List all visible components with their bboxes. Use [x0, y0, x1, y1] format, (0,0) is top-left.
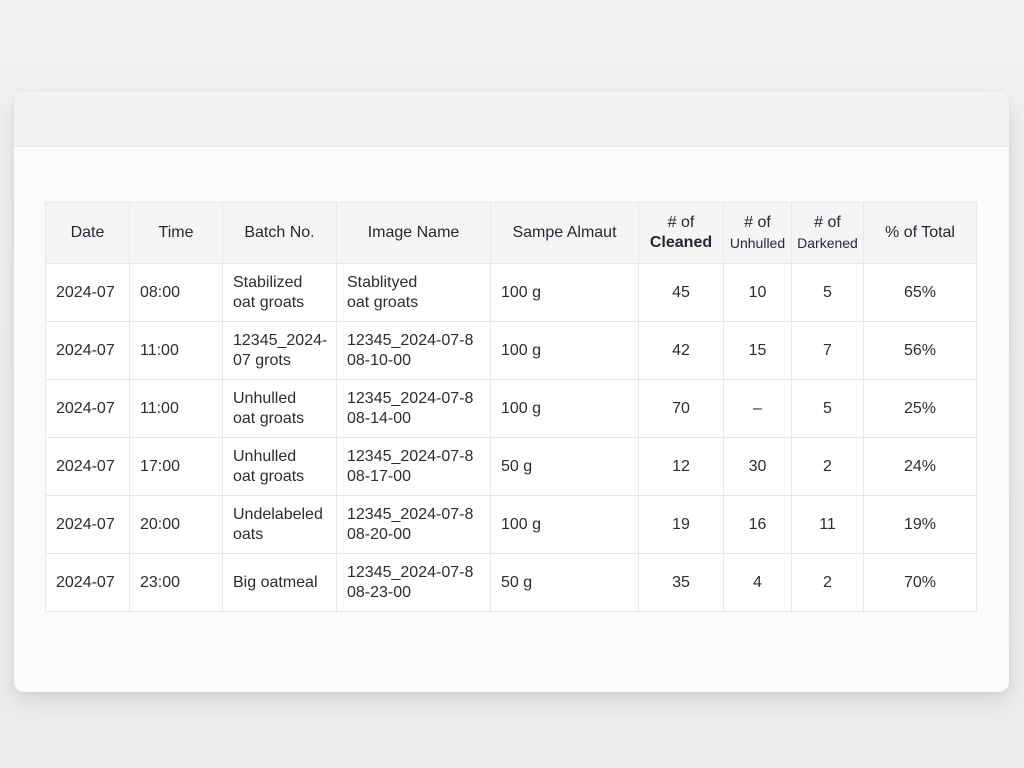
- cell-darkened: 2: [791, 553, 864, 612]
- table-header-row: Date Time Batch No. Image Name Sampe Alm…: [45, 202, 977, 264]
- cell-sample-amount: 50 g: [490, 437, 639, 496]
- table-row[interactable]: 2024-07 11:00 Unhulled oat groats 12345_2…: [45, 379, 977, 438]
- cell-unhulled: 15: [723, 321, 792, 380]
- cell-percent-total: 24%: [863, 437, 977, 496]
- column-header-unhulled[interactable]: # of Unhulled: [723, 202, 792, 264]
- cell-time: 20:00: [129, 495, 223, 554]
- cell-batch-no: Undelabeled oats: [222, 495, 337, 554]
- column-header-date[interactable]: Date: [45, 202, 130, 264]
- cell-image-name: Stablityed oat groats: [336, 263, 491, 322]
- column-header-cleaned[interactable]: # of Cleaned: [638, 202, 724, 264]
- cell-time: 11:00: [129, 379, 223, 438]
- cell-batch-no: Unhulled oat groats: [222, 437, 337, 496]
- cell-time: 11:00: [129, 321, 223, 380]
- cell-cleaned: 45: [638, 263, 724, 322]
- cell-cleaned: 19: [638, 495, 724, 554]
- cell-sample-amount: 100 g: [490, 321, 639, 380]
- cell-darkened: 11: [791, 495, 864, 554]
- cell-cleaned: 42: [638, 321, 724, 380]
- cell-batch-no: Big oatmeal: [222, 553, 337, 612]
- cell-unhulled: 16: [723, 495, 792, 554]
- column-header-darkened[interactable]: # of Darkened: [791, 202, 864, 264]
- table-row[interactable]: 2024-07 11:00 12345_2024- 07 grots 12345_…: [45, 321, 977, 380]
- column-header-percent-total[interactable]: % of Total: [863, 202, 977, 264]
- cell-darkened: 5: [791, 379, 864, 438]
- cell-darkened: 7: [791, 321, 864, 380]
- column-header-sample-amount[interactable]: Sampe Almaut: [490, 202, 639, 264]
- cell-sample-amount: 100 g: [490, 495, 639, 554]
- column-header-image-name[interactable]: Image Name: [336, 202, 491, 264]
- cell-date: 2024-07: [45, 321, 130, 380]
- cell-cleaned: 12: [638, 437, 724, 496]
- cell-time: 23:00: [129, 553, 223, 612]
- cell-unhulled: –: [723, 379, 792, 438]
- cell-percent-total: 70%: [863, 553, 977, 612]
- cell-unhulled: 10: [723, 263, 792, 322]
- cell-sample-amount: 100 g: [490, 263, 639, 322]
- cell-image-name: 12345_2024-07-8 08-17-00: [336, 437, 491, 496]
- cell-image-name: 12345_2024-07-8 08-20-00: [336, 495, 491, 554]
- table-row[interactable]: 2024-07 08:00 Stabilized oat groats Stabl…: [45, 263, 977, 322]
- results-card: Date Time Batch No. Image Name Sampe Alm…: [14, 92, 1009, 692]
- column-header-time[interactable]: Time: [129, 202, 223, 264]
- table-row[interactable]: 2024-07 20:00 Undelabeled oats 12345_2024…: [45, 495, 977, 554]
- cell-date: 2024-07: [45, 437, 130, 496]
- cell-date: 2024-07: [45, 263, 130, 322]
- table-row[interactable]: 2024-07 17:00 Unhulled oat groats 12345_2…: [45, 437, 977, 496]
- cell-cleaned: 70: [638, 379, 724, 438]
- cell-batch-no: Unhulled oat groats: [222, 379, 337, 438]
- cell-percent-total: 19%: [863, 495, 977, 554]
- cell-unhulled: 4: [723, 553, 792, 612]
- cell-cleaned: 35: [638, 553, 724, 612]
- cell-date: 2024-07: [45, 379, 130, 438]
- cell-time: 08:00: [129, 263, 223, 322]
- cell-date: 2024-07: [45, 495, 130, 554]
- cell-batch-no: Stabilized oat groats: [222, 263, 337, 322]
- cell-image-name: 12345_2024-07-8 08-14-00: [336, 379, 491, 438]
- cell-darkened: 2: [791, 437, 864, 496]
- cell-unhulled: 30: [723, 437, 792, 496]
- cell-time: 17:00: [129, 437, 223, 496]
- cell-image-name: 12345_2024-07-8 08-10-00: [336, 321, 491, 380]
- cell-percent-total: 25%: [863, 379, 977, 438]
- cell-image-name: 12345_2024-07-8 08-23-00: [336, 553, 491, 612]
- cell-percent-total: 65%: [863, 263, 977, 322]
- cell-batch-no: 12345_2024- 07 grots: [222, 321, 337, 380]
- cell-sample-amount: 100 g: [490, 379, 639, 438]
- cell-percent-total: 56%: [863, 321, 977, 380]
- column-header-batch-no[interactable]: Batch No.: [222, 202, 337, 264]
- results-table: Date Time Batch No. Image Name Sampe Alm…: [45, 202, 977, 612]
- cell-date: 2024-07: [45, 553, 130, 612]
- table-row[interactable]: 2024-07 23:00 Big oatmeal 12345_2024-07-…: [45, 553, 977, 612]
- cell-sample-amount: 50 g: [490, 553, 639, 612]
- cell-darkened: 5: [791, 263, 864, 322]
- table-container: Date Time Batch No. Image Name Sampe Alm…: [45, 202, 977, 612]
- card-header-bar: [14, 92, 1009, 147]
